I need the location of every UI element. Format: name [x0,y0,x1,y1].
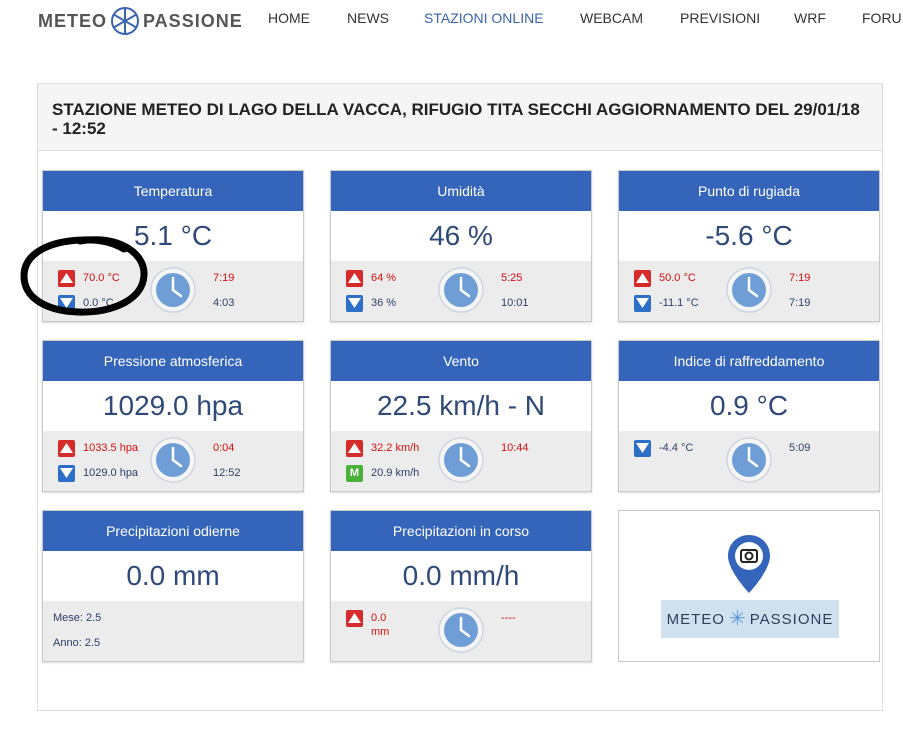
main-nav: HOME NEWS STAZIONI ONLINE WEBCAM PREVISI… [268,10,903,30]
clock-icon [726,267,772,313]
arrow-down-icon [634,440,651,457]
max-value-line2: mm [371,626,390,638]
max-time: 5:25 [501,272,523,284]
card-title: Temperatura [43,171,303,211]
card-indice-raffreddamento: Indice di raffreddamento 0.9 °C -4.4 °C … [618,340,880,492]
card-umidita: Umidità 46 % 64 % 5:25 36 % 10:01 [330,170,592,322]
card-footer: -4.4 °C 5:09 [619,431,879,491]
panel-header: STAZIONE METEO DI LAGO DELLA VACCA, RIFU… [38,84,882,151]
card-value: -5.6 °C [705,220,793,251]
min-value: 36 % [371,297,397,309]
min-time: 12:52 [213,467,241,479]
card-footer: 0.0 mm ---- [331,601,591,661]
card-title: Pressione atmosferica [43,341,303,381]
hand-drawn-circle-annotation [20,236,148,316]
max-value: 50.0 °C [659,272,696,284]
mean-value: 20.9 km/h [371,467,420,479]
brand-box: METEO ✳ PASSIONE [618,510,880,662]
arrow-up-icon [346,610,363,627]
card-precipitazioni-in-corso: Precipitazioni in corso 0.0 mm/h 0.0 mm … [330,510,592,662]
brand-text-right: PASSIONE [749,610,834,628]
card-value: 1029.0 hpa [102,390,244,421]
year-total: Anno: 2.5 [53,637,101,649]
card-title: Vento [331,341,591,381]
site-logo[interactable]: METEO PASSIONE [38,6,243,36]
mean-icon: M [346,465,363,482]
nav-stazioni-online[interactable]: STAZIONI ONLINE [424,10,544,26]
card-value: 46 % [429,220,493,251]
nav-wrf[interactable]: WRF [794,10,826,26]
brand-banner: METEO ✳ PASSIONE [661,600,839,638]
max-time: 0:04 [213,442,235,454]
card-footer: 50.0 °C 7:19 -11.1 °C 7:19 [619,261,879,321]
card-precipitazioni-odierne: Precipitazioni odierne 0.0 mm Mese: 2.5 … [42,510,304,662]
brand-text-left: METEO [666,610,725,628]
card-footer: Mese: 2.5 Anno: 2.5 [43,601,303,661]
card-vento: Vento 22.5 km/h - N 32.2 km/h 10:44 M 20… [330,340,592,492]
max-value-line1: 0.0 [371,612,387,624]
nav-webcam[interactable]: WEBCAM [580,10,643,26]
card-title: Punto di rugiada [619,171,879,211]
arrow-up-icon [634,270,651,287]
card-punto-di-rugiada: Punto di rugiada -5.6 °C 50.0 °C 7:19 -1… [618,170,880,322]
max-value: 1033.5 hpa [83,442,139,454]
min-time: 7:19 [789,297,811,309]
card-pressione: Pressione atmosferica 1029.0 hpa 1033.5 … [42,340,304,492]
snowflake-icon [111,7,140,35]
nav-news[interactable]: NEWS [347,10,389,26]
card-value: 0.9 °C [709,390,789,421]
arrow-up-icon [346,440,363,457]
min-time: 5:09 [789,442,811,454]
min-value: 1029.0 hpa [83,467,139,479]
card-title: Umidità [331,171,591,211]
clock-icon [438,437,484,483]
logo-text-left: METEO [38,10,108,31]
clock-icon [150,437,196,483]
card-title: Indice di raffreddamento [619,341,879,381]
min-value: -11.1 °C [659,297,699,309]
card-title: Precipitazioni odierne [43,511,303,551]
max-time: ---- [501,612,516,624]
max-time: 7:19 [789,272,811,284]
card-value: 22.5 km/h - N [376,390,546,421]
nav-forum[interactable]: FORU [862,10,902,26]
max-value: 64 % [371,272,397,284]
clock-icon [150,267,196,313]
card-footer: 32.2 km/h 10:44 M 20.9 km/h [331,431,591,491]
page-title: STAZIONE METEO DI LAGO DELLA VACCA, RIFU… [52,100,860,138]
map-pin-camera-icon [728,535,770,593]
min-time: 10:01 [501,297,529,309]
logo-text-right: PASSIONE [143,10,243,31]
arrow-down-icon [634,295,651,312]
max-value: 32.2 km/h [371,442,420,454]
arrow-up-icon [58,440,75,457]
snowflake-icon: ✳ [728,608,746,630]
nav-previsioni[interactable]: PREVISIONI [680,10,760,26]
nav-home[interactable]: HOME [268,10,310,26]
card-value: 0.0 mm [126,560,220,591]
max-time: 10:44 [501,442,529,454]
clock-icon [438,607,484,653]
clock-icon [726,437,772,483]
arrow-down-icon [346,295,363,312]
arrow-down-icon [58,465,75,482]
card-footer: 1033.5 hpa 0:04 1029.0 hpa 12:52 [43,431,303,491]
card-title: Precipitazioni in corso [331,511,591,551]
min-value: -4.4 °C [659,442,694,454]
clock-icon [438,267,484,313]
max-time: 7:19 [213,272,235,284]
min-time: 4:03 [213,297,235,309]
month-total: Mese: 2.5 [53,612,102,624]
card-footer: 64 % 5:25 36 % 10:01 [331,261,591,321]
card-value: 0.0 mm/h [402,560,520,591]
arrow-up-icon [346,270,363,287]
